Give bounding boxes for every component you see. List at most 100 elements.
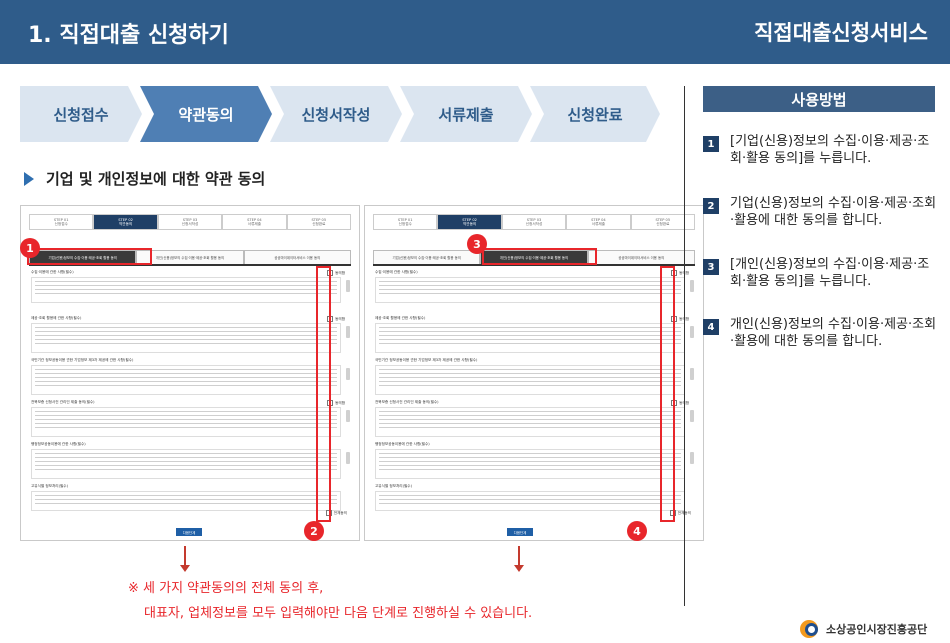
scrollbar[interactable]: [346, 410, 350, 422]
mini-step: STEP 01 신청접수: [373, 214, 438, 230]
terms-text-box[interactable]: [375, 365, 694, 395]
terms-text-box[interactable]: [375, 491, 685, 511]
terms-block-title: 국민기관 정보공동이용 관한 기업정보 제3자 제공에 관한 사항(필수): [375, 358, 478, 362]
annotation-badge-4: 4: [627, 521, 647, 541]
mini-step: STEP 05 신청완료: [630, 214, 696, 230]
scrollbar[interactable]: [690, 326, 694, 338]
page-title: 1. 직접대출 신청하기: [28, 23, 229, 48]
notice-line-2: 대표자, 업체정보를 모두 입력해야만 다음 단계로 진행하실 수 있습니다.: [144, 606, 533, 621]
mini-step-label: 신청서작성: [181, 222, 199, 226]
tab-personal-consent[interactable]: 개인(신용)정보의 수집·이용·제공·조회 활용 동의: [136, 250, 244, 264]
scrollbar[interactable]: [346, 280, 350, 292]
highlight-box-tab-personal: [482, 248, 597, 265]
scrollbar[interactable]: [346, 368, 350, 380]
usage-step-text: 개인(신용)정보의 수집·이용·제공·조회·활용에 대한 동의를 합니다.: [730, 317, 937, 349]
tab-corporate-consent[interactable]: 기업(신용)정보의 수집·이용·제공·조회 활용 동의: [373, 250, 481, 264]
next-step-button[interactable]: 다음단계: [176, 528, 202, 536]
mini-step: STEP 01 신청접수: [29, 214, 94, 230]
mini-step-label: 약관동의: [118, 222, 133, 226]
mini-step-bar: STEP 01 신청접수 STEP 02 약관동의 STEP 03 신청서작성 STE…: [29, 214, 352, 230]
mini-step-bar: STEP 01 신청접수 STEP 02 약관동의 STEP 03 신청서작성 STE…: [373, 214, 696, 230]
highlight-box-agree-column: [660, 266, 675, 522]
highlight-box-tab-corporate: [27, 248, 152, 265]
triangle-bullet-icon: [24, 171, 34, 186]
step-terms: 약관동의: [140, 86, 272, 142]
scrollbar[interactable]: [346, 452, 350, 464]
step-apply: 신청접수: [20, 86, 142, 142]
terms-block-title: 행정정보공동이용에 관한 사항(필수): [31, 442, 86, 446]
step-number-badge: 4: [703, 319, 719, 335]
terms-block-title: 전북보증 신청사건 관리인 제출 동의(필수): [375, 400, 439, 404]
mini-step: STEP 05 신청완료: [286, 214, 352, 230]
terms-text-box[interactable]: [31, 491, 341, 511]
logo-text: 소상공인시장진흥공단: [826, 623, 928, 636]
step-form: 신청서작성: [270, 86, 402, 142]
terms-text-box[interactable]: [31, 407, 350, 437]
top-header-bar: 1. 직접대출 신청하기 직접대출신청서비스: [0, 0, 950, 64]
terms-block-title: 수집·이용에 관한 사항(필수): [31, 270, 74, 274]
vertical-divider: [684, 86, 685, 606]
terms-text-box[interactable]: [375, 323, 694, 353]
step-documents: 서류제출: [400, 86, 532, 142]
terms-block-title: 제공·조회 활용에 관한 사항(필수): [375, 316, 426, 320]
usage-step-text: 기업(신용)정보의 수집·이용·제공·조회·활용에 대한 동의를 합니다.: [730, 196, 937, 228]
terms-block-title: 고유식별 정보처리(필수): [375, 484, 413, 488]
terms-block-title: 행정정보공동이용에 관한 사항(필수): [375, 442, 430, 446]
mini-step: STEP 03 신청서작성: [157, 214, 223, 230]
step-number-badge: 3: [703, 259, 719, 275]
terms-block-title: 제공·조회 활용에 관한 사항(필수): [31, 316, 82, 320]
tab-mydata-consent[interactable]: 공공마이데이터서비스 이용 동의: [587, 250, 695, 264]
step-progress: 신청접수 약관동의 신청서작성 서류제출 신청완료: [20, 86, 660, 142]
mini-step-label: 신청접수: [398, 222, 412, 226]
terms-text-box[interactable]: [31, 449, 350, 479]
scrollbar[interactable]: [690, 280, 694, 292]
terms-text-box[interactable]: [375, 277, 694, 303]
mini-step: STEP 04 서류제출: [222, 214, 287, 230]
tab-mydata-consent[interactable]: 공공마이데이터서비스 이용 동의: [243, 250, 351, 264]
section-heading: 기업 및 개인정보에 대한 약관 동의: [24, 168, 265, 189]
arrow-down-icon: [518, 546, 520, 566]
mini-step-label: 신청접수: [54, 222, 68, 226]
step-complete: 신청완료: [530, 86, 660, 142]
terms-body: 수집·이용에 관한 사항(필수) 동의함 제공·조회 활용에 관한 사항(필수)…: [373, 264, 695, 522]
terms-block-title: 수집·이용에 관한 사항(필수): [375, 270, 418, 274]
scrollbar[interactable]: [346, 326, 350, 338]
mini-step: STEP 04 서류제출: [566, 214, 631, 230]
scrollbar[interactable]: [690, 452, 694, 464]
scrollbar[interactable]: [690, 368, 694, 380]
usage-header: 사용방법: [703, 86, 935, 112]
terms-body: 수집·이용에 관한 사항(필수) 동의함 제공·조회 활용에 관한 사항(필수)…: [29, 264, 351, 522]
terms-text-box[interactable]: [31, 277, 350, 303]
mini-step: STEP 02 약관동의: [437, 214, 502, 230]
mini-step-label: 서류제출: [247, 222, 262, 226]
arrow-head-icon: [180, 565, 190, 572]
arrow-head-icon: [514, 565, 524, 572]
next-step-button[interactable]: 다음단계: [507, 528, 533, 536]
usage-step-text: [개인(신용)정보의 수집·이용·제공·조회·활용 동의]를 누릅니다.: [730, 257, 930, 289]
highlight-box-agree-column: [316, 266, 331, 522]
mini-step: STEP 02 약관동의: [93, 214, 158, 230]
terms-block-title: 고유식별 정보처리(필수): [31, 484, 69, 488]
terms-text-box[interactable]: [31, 365, 350, 395]
terms-block-title: 전북보증 신청사건 관리인 제출 동의(필수): [31, 400, 95, 404]
mini-step-label: 서류제출: [591, 222, 606, 226]
logo-mark-icon: [800, 620, 820, 638]
scrollbar[interactable]: [690, 410, 694, 422]
step-number-badge: 1: [703, 136, 719, 152]
terms-text-box[interactable]: [31, 323, 350, 353]
mini-step-label: 신청서작성: [525, 222, 543, 226]
annotation-badge-3: 3: [467, 234, 487, 254]
mini-step-label: 신청완료: [656, 222, 670, 226]
annotation-badge-2: 2: [304, 521, 324, 541]
mini-step-label: 약관동의: [462, 222, 477, 226]
mini-step: STEP 03 신청서작성: [501, 214, 567, 230]
usage-step-text: [기업(신용)정보의 수집·이용·제공·조회·활용 동의]를 누릅니다.: [730, 134, 930, 166]
terms-block-title: 국민기관 정보공동이용 관한 기업정보 제3자 제공에 관한 사항(필수): [31, 358, 134, 362]
mini-step-label: 신청완료: [312, 222, 326, 226]
notice-line-1: ※ 세 가지 약관동의의 전체 동의 후,: [128, 581, 324, 596]
organization-logo: 소상공인시장진흥공단: [800, 620, 927, 638]
service-name: 직접대출신청서비스: [754, 21, 928, 45]
terms-text-box[interactable]: [375, 449, 694, 479]
step-number-badge: 2: [703, 198, 719, 214]
terms-text-box[interactable]: [375, 407, 694, 437]
